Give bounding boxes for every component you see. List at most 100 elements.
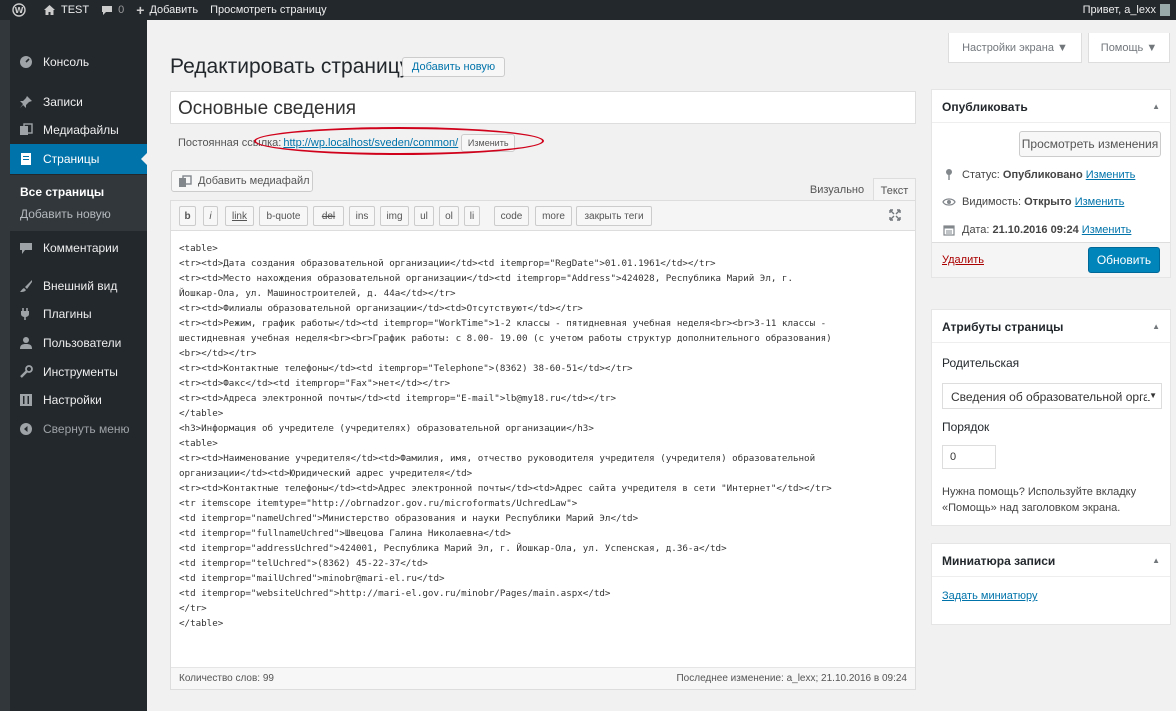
menu-label: Пользователи — [43, 336, 122, 350]
edit-visibility-link[interactable]: Изменить — [1075, 196, 1125, 208]
help-button[interactable]: Помощь ▼ — [1088, 33, 1170, 63]
view-page-link[interactable]: Просмотреть страницу — [210, 4, 327, 16]
quicktag-ul-button[interactable]: ul — [414, 206, 434, 226]
comments-count: 0 — [118, 4, 125, 16]
visibility-label: Видимость: — [962, 196, 1022, 208]
quicktag-code-button[interactable]: code — [494, 206, 529, 226]
page-attributes-title: Атрибуты страницы — [942, 320, 1064, 334]
edit-status-link[interactable]: Изменить — [1086, 169, 1136, 181]
quicktag-close-tags-button[interactable]: закрыть теги — [576, 206, 652, 226]
page-attributes-header[interactable]: Атрибуты страницы ▲ — [932, 310, 1170, 343]
menu-item-pages[interactable]: Страницы — [10, 144, 148, 174]
quicktag-italic-button[interactable]: i — [203, 206, 218, 226]
menu-label: Инструменты — [43, 365, 118, 379]
quicktag-bold-button[interactable]: b — [179, 206, 196, 226]
menu-item-dashboard[interactable]: Консоль — [10, 47, 147, 77]
site-name-link[interactable]: TEST — [43, 4, 89, 16]
add-media-button[interactable]: Добавить медиафайл — [171, 170, 313, 192]
avatar — [1160, 4, 1170, 16]
quicktag-ol-button[interactable]: ol — [439, 206, 459, 226]
admin-menu: Консоль Записи Медиафайлы Страницы Все с… — [0, 20, 148, 711]
collapse-icon — [16, 422, 36, 436]
quicktag-del-button[interactable]: del — [313, 206, 344, 226]
users-icon — [16, 336, 36, 350]
menu-label: Консоль — [43, 55, 90, 69]
collapse-toggle-icon[interactable]: ▲ — [1152, 322, 1160, 331]
collapse-toggle-icon[interactable]: ▲ — [1152, 102, 1160, 111]
featured-image-header[interactable]: Миниатюра записи ▲ — [932, 544, 1170, 577]
menu-item-appearance[interactable]: Внешний вид — [10, 271, 147, 301]
submenu-add-new[interactable]: Добавить новую — [20, 207, 111, 221]
wordpress-logo-icon[interactable]: W — [12, 3, 31, 17]
status-row: Статус: Опубликовано Изменить — [942, 168, 1135, 181]
submenu-all-pages[interactable]: Все страницы — [20, 185, 104, 199]
menu-item-comments[interactable]: Комментарии — [10, 233, 147, 263]
date-row: Дата: 21.10.2016 09:24 Изменить — [942, 224, 1131, 236]
collapse-menu-button[interactable]: Свернуть меню — [10, 414, 147, 444]
parent-select-value: Сведения об образовательной орга — [951, 390, 1150, 404]
add-media-label: Добавить медиафайл — [198, 175, 310, 187]
publish-actions-bar: Удалить Обновить — [932, 242, 1170, 277]
content-textarea[interactable]: <table> <tr><td>Дата создания образовате… — [179, 241, 909, 631]
visibility-row: Видимость: Открыто Изменить — [942, 196, 1124, 208]
collapse-toggle-icon[interactable]: ▲ — [1152, 556, 1160, 565]
tab-text[interactable]: Текст — [873, 178, 916, 202]
post-title-input[interactable]: Основные сведения — [170, 91, 916, 124]
comment-icon — [102, 5, 113, 15]
comments-link[interactable]: 0 — [101, 4, 124, 16]
content-editor: b i link b-quote del ins img ul ol li co… — [170, 200, 916, 690]
parent-select[interactable]: Сведения об образовательной орга ▼ — [942, 383, 1162, 409]
tab-visual[interactable]: Визуально — [801, 178, 873, 202]
parent-label: Родительская — [942, 356, 1020, 370]
site-name: TEST — [61, 4, 90, 16]
comment-icon — [16, 242, 36, 255]
menu-label: Плагины — [43, 307, 92, 321]
media-icon — [179, 174, 192, 187]
editor-status-bar: Количество слов: 99 Последнее изменение:… — [171, 667, 915, 689]
screen-options-button[interactable]: Настройки экрана ▼ — [948, 33, 1082, 63]
quicktag-li-button[interactable]: li — [464, 206, 480, 226]
menu-label: Медиафайлы — [43, 123, 119, 137]
order-input[interactable]: 0 — [942, 445, 996, 469]
menu-item-media[interactable]: Медиафайлы — [10, 115, 147, 145]
menu-item-tools[interactable]: Инструменты — [10, 357, 147, 387]
brush-icon — [16, 279, 36, 293]
add-new-page-button[interactable]: Добавить новую — [402, 57, 505, 77]
status-value: Опубликовано — [1002, 168, 1083, 181]
plugin-icon — [16, 307, 36, 321]
plus-icon: + — [136, 2, 145, 18]
edit-date-link[interactable]: Изменить — [1082, 224, 1132, 236]
menu-item-posts[interactable]: Записи — [10, 87, 147, 117]
quicktag-img-button[interactable]: img — [380, 206, 409, 226]
eye-icon — [942, 197, 956, 207]
menu-label: Свернуть меню — [43, 422, 130, 436]
quicktag-more-button[interactable]: more — [535, 206, 572, 226]
calendar-icon — [942, 224, 956, 236]
fullscreen-icon[interactable] — [889, 209, 901, 224]
date-value: 21.10.2016 09:24 — [992, 224, 1079, 236]
quicktag-link-button[interactable]: link — [225, 206, 254, 226]
my-account[interactable]: Привет, a_lexx — [1083, 0, 1170, 20]
annotation-oval — [254, 127, 544, 155]
word-count: Количество слов: 99 — [179, 673, 274, 684]
page-title: Редактировать страницу — [170, 55, 411, 78]
menu-item-settings[interactable]: Настройки — [10, 385, 147, 415]
menu-label: Настройки — [43, 393, 102, 407]
publish-box-header[interactable]: Опубликовать ▲ — [932, 90, 1170, 123]
quicktag-bquote-button[interactable]: b-quote — [259, 206, 308, 226]
dashboard-icon — [16, 55, 36, 69]
new-content-link[interactable]: + Добавить — [136, 2, 198, 18]
menu-label: Записи — [43, 95, 83, 109]
delete-link[interactable]: Удалить — [942, 254, 984, 266]
menu-item-users[interactable]: Пользователи — [10, 328, 147, 358]
media-icon — [16, 123, 36, 137]
help-text: Нужна помощь? Используйте вкладку «Помощ… — [942, 486, 1137, 514]
preview-changes-button[interactable]: Просмотреть изменения — [1019, 131, 1161, 157]
featured-image-box: Миниатюра записи ▲ Задать миниатюру — [931, 543, 1171, 625]
publish-box-title: Опубликовать — [942, 100, 1028, 114]
menu-item-plugins[interactable]: Плагины — [10, 299, 147, 329]
set-featured-image-link[interactable]: Задать миниатюру — [942, 590, 1037, 602]
update-button[interactable]: Обновить — [1088, 247, 1160, 273]
quicktag-ins-button[interactable]: ins — [349, 206, 375, 226]
new-content-label: Добавить — [149, 4, 199, 16]
